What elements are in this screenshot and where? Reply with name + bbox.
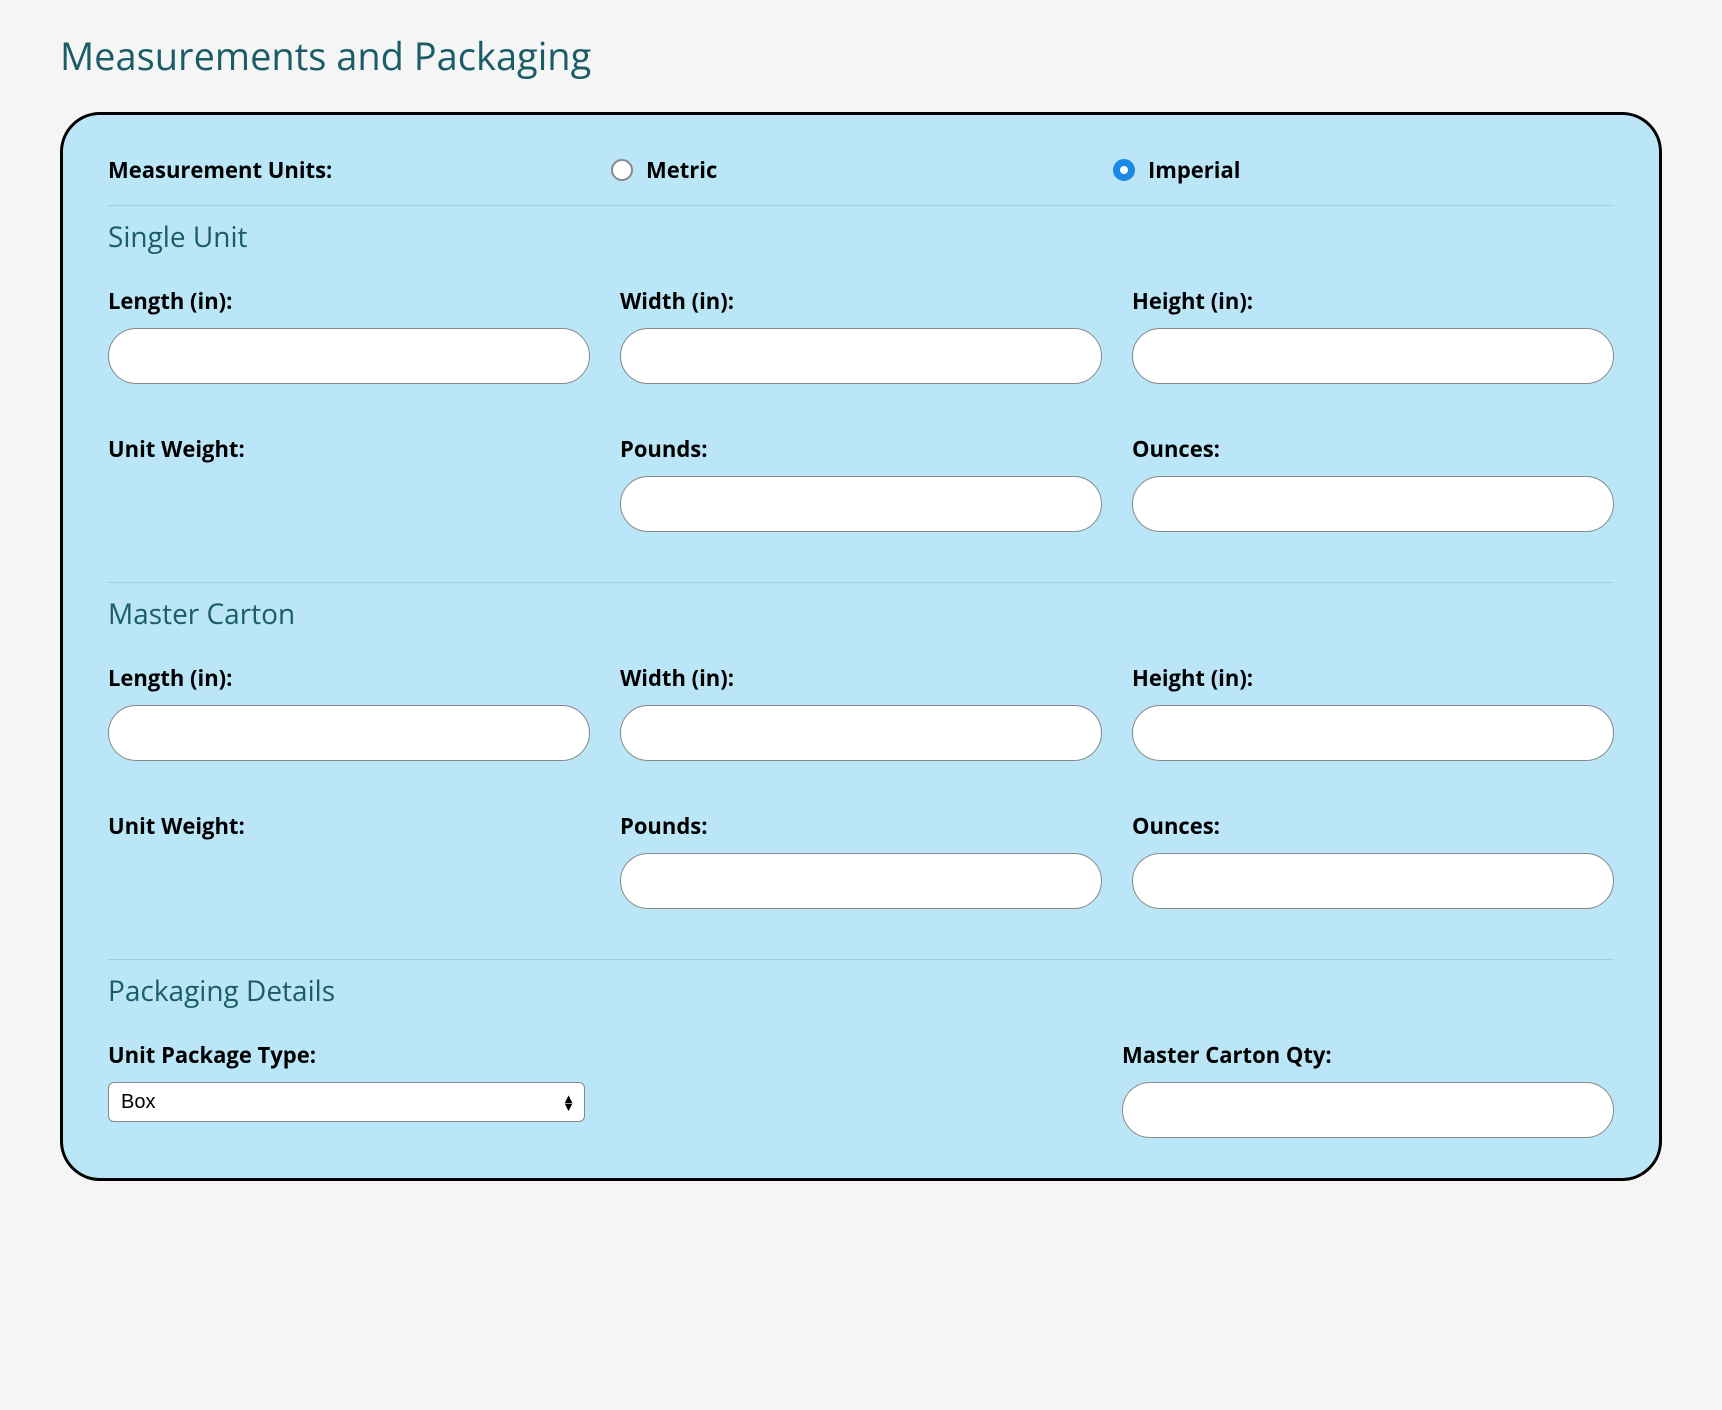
master-pounds-label: Pounds: [620,811,1102,841]
page-title: Measurements and Packaging [60,30,1662,82]
master-carton-qty-input[interactable] [1122,1082,1614,1138]
master-carton-header: Master Carton [108,595,1614,633]
divider [108,582,1614,583]
master-carton-qty-label: Master Carton Qty: [1122,1040,1614,1070]
radio-imperial[interactable] [1113,159,1135,181]
unit-package-type-select[interactable]: Box [108,1082,585,1122]
master-ounces-label: Ounces: [1132,811,1614,841]
single-length-label: Length (in): [108,286,590,316]
single-ounces-label: Ounces: [1132,434,1614,464]
master-length-label: Length (in): [108,663,590,693]
packaging-details-header: Packaging Details [108,972,1614,1010]
single-width-input[interactable] [620,328,1102,384]
master-length-input[interactable] [108,705,590,761]
single-ounces-input[interactable] [1132,476,1614,532]
units-row: Measurement Units: Metric Imperial [108,155,1614,206]
single-pounds-label: Pounds: [620,434,1102,464]
single-unit-header: Single Unit [108,218,1614,256]
master-height-label: Height (in): [1132,663,1614,693]
radio-metric[interactable] [611,159,633,181]
single-pounds-input[interactable] [620,476,1102,532]
single-length-input[interactable] [108,328,590,384]
radio-metric-label: Metric [646,155,717,185]
master-width-input[interactable] [620,705,1102,761]
unit-package-type-label: Unit Package Type: [108,1040,585,1070]
single-height-label: Height (in): [1132,286,1614,316]
radio-imperial-label: Imperial [1148,155,1241,185]
master-width-label: Width (in): [620,663,1102,693]
master-ounces-input[interactable] [1132,853,1614,909]
single-height-input[interactable] [1132,328,1614,384]
single-unit-weight-label: Unit Weight: [108,434,590,464]
master-height-input[interactable] [1132,705,1614,761]
master-unit-weight-label: Unit Weight: [108,811,590,841]
units-label: Measurement Units: [108,155,332,185]
measurements-panel: Measurement Units: Metric Imperial Singl… [60,112,1662,1181]
single-width-label: Width (in): [620,286,1102,316]
master-pounds-input[interactable] [620,853,1102,909]
divider [108,959,1614,960]
